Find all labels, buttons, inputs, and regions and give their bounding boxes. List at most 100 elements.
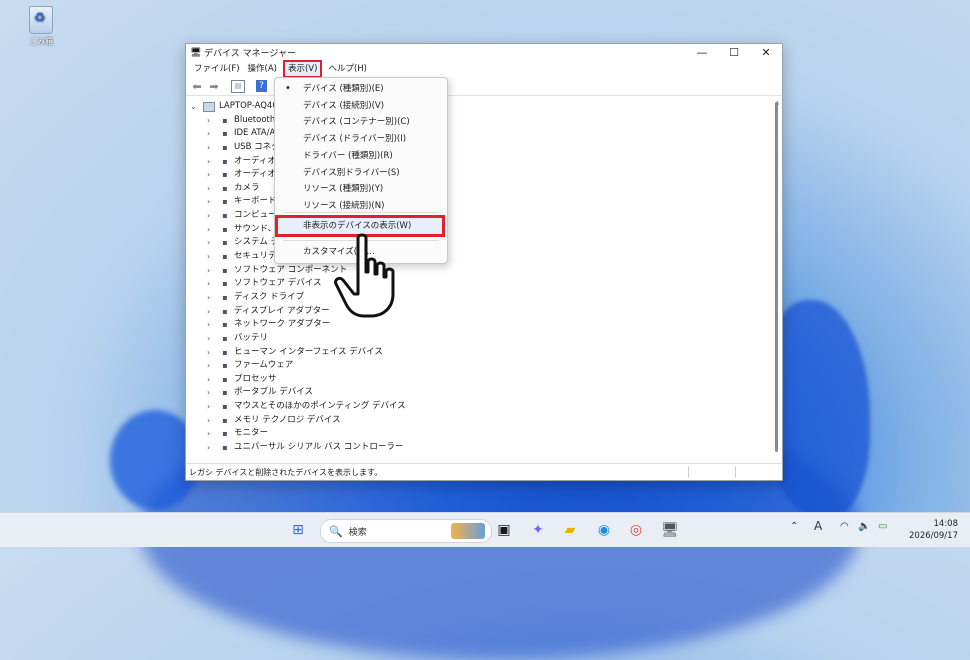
tree-node[interactable]: › ▪ プロセッサ [186,373,772,387]
view-menu-item[interactable]: リソース (種類別)(Y) [275,181,447,197]
device-category-icon: ▪ [222,292,228,302]
tree-node-label: ディスプレイ アダプター [234,305,330,316]
tray-chevron-icon[interactable]: ⌃ [790,521,798,532]
ime-indicator[interactable]: A [814,519,822,533]
menu-view[interactable]: 表示(V) [282,60,323,78]
recycle-bin[interactable]: ごみ箱 [24,6,58,47]
view-menu-item[interactable]: デバイス (ドライバー別)(I) [275,131,447,147]
root-label: LAPTOP-AQ40 [219,101,278,111]
tree-node-label: ヒューマン インターフェイス デバイス [234,346,383,357]
menu-item-label: デバイス別ドライバー(S) [303,167,400,178]
device-manager-taskbar-icon[interactable]: 🖥 [660,520,680,540]
maximize-button[interactable]: ☐ [718,46,750,59]
view-menu-item[interactable]: デバイス別ドライバー(S) [275,165,447,181]
checked-bullet-icon: • [285,83,291,94]
tree-node[interactable]: › ▪ ファームウェア [186,359,772,373]
view-menu-item[interactable]: デバイス (コンテナー別)(C) [275,114,447,130]
tree-node[interactable]: › ▪ ヒューマン インターフェイス デバイス [186,346,772,360]
expand-icon[interactable]: › [207,114,217,128]
menu-item-label: デバイス (コンテナー別)(C) [303,117,410,128]
expand-icon[interactable]: › [207,414,217,428]
battery-icon[interactable]: ▭ [878,521,887,532]
tree-node[interactable]: › ▪ ソフトウェア デバイス [186,277,772,291]
tree-node[interactable]: › ▪ メモリ テクノロジ デバイス [186,414,772,428]
expand-icon[interactable]: › [207,400,217,414]
tree-node[interactable]: › ▪ ディスプレイ アダプター [186,305,772,319]
edge-icon[interactable]: ◉ [594,520,614,540]
device-category-icon: ▪ [222,183,228,193]
close-button[interactable]: ✕ [750,46,782,59]
expand-icon[interactable]: › [207,441,217,455]
start-icon[interactable]: ⊞ [288,520,308,540]
view-menu-item[interactable]: ドライバー (種類別)(R) [275,148,447,164]
status-divider [688,466,689,478]
tree-node-label: ディスク ドライブ [234,291,305,302]
expand-icon[interactable]: › [207,346,217,360]
expand-icon[interactable]: › [207,182,217,196]
title-bar[interactable]: 🖥 デバイス マネージャー — ☐ ✕ [186,44,782,61]
clock[interactable]: 14:08 2026/09/17 [909,518,958,542]
device-category-icon: ▪ [222,197,228,207]
task-view-icon[interactable]: ▣ [494,520,514,540]
clock-time: 14:08 [933,519,959,529]
expand-icon[interactable]: › [207,223,217,237]
tree-node-label: IDE ATA/A [234,128,276,139]
tree-node[interactable]: › ▪ バッテリ [186,332,772,346]
menu-item-label: ドライバー (種類別)(R) [303,150,393,161]
expand-icon[interactable]: › [207,236,217,250]
tree-node[interactable]: › ▪ モニター [186,427,772,441]
search-icon: 🔍 [329,524,343,538]
expand-icon[interactable]: › [207,141,217,155]
tree-node[interactable]: › ▪ マウスとそのほかのポインティング デバイス [186,400,772,414]
minimize-button[interactable]: — [686,46,718,59]
expand-icon[interactable]: › [207,305,217,319]
collapse-icon[interactable]: ⌄ [190,100,200,114]
device-category-icon: ▪ [222,142,228,152]
expand-icon[interactable]: › [207,318,217,332]
menu-item-label: デバイス (ドライバー別)(I) [303,134,407,145]
properties-icon[interactable]: ▤ [231,79,245,93]
view-menu-item[interactable]: デバイス (接続別)(V) [275,98,447,114]
expand-icon[interactable]: › [207,359,217,373]
expand-icon[interactable]: › [207,168,217,182]
menu-action[interactable]: 操作(A) [244,62,281,76]
tree-node[interactable]: › ▪ ディスク ドライブ [186,291,772,305]
volume-icon[interactable]: 🔈 [858,521,870,532]
tree-node[interactable]: › ▪ ポータブル デバイス [186,386,772,400]
vertical-scrollbar[interactable] [775,102,778,452]
expand-icon[interactable]: › [207,264,217,278]
tree-node[interactable]: › ▪ ネットワーク アダプター [186,318,772,332]
tree-node[interactable]: › ▪ ユニバーサル シリアル バス コントローラー [186,441,772,455]
expand-icon[interactable]: › [207,332,217,346]
expand-icon[interactable]: › [207,209,217,223]
device-category-icon: ▪ [222,238,228,248]
expand-icon[interactable]: › [207,427,217,441]
device-category-icon: ▪ [222,252,228,262]
file-explorer-icon[interactable]: ▰ [560,520,580,540]
expand-icon[interactable]: › [207,155,217,169]
expand-icon[interactable]: › [207,291,217,305]
menu-help[interactable]: ヘルプ(H) [324,62,371,76]
expand-icon[interactable]: › [207,250,217,264]
back-icon[interactable]: ⬅ [189,79,205,93]
help-icon[interactable]: ? [256,80,267,92]
expand-icon[interactable]: › [207,386,217,400]
device-category-icon: ▪ [222,388,228,398]
device-category-icon: ▪ [222,211,228,221]
expand-icon[interactable]: › [207,127,217,141]
menu-item-label: リソース (種類別)(Y) [303,184,384,195]
tree-node-label: USB コネク [234,141,280,152]
taskbar-search[interactable]: 🔍 検索 [320,519,492,543]
expand-icon[interactable]: › [207,373,217,387]
expand-icon[interactable]: › [207,277,217,291]
chrome-icon[interactable]: ◎ [626,520,646,540]
status-divider [735,466,736,478]
copilot-icon[interactable]: ✦ [528,520,548,540]
expand-icon[interactable]: › [207,195,217,209]
wifi-icon[interactable]: ◠ [840,521,849,532]
menu-file[interactable]: ファイル(F) [190,62,244,76]
tree-node-label: メモリ テクノロジ デバイス [234,414,341,425]
forward-icon[interactable]: ➡ [206,79,222,93]
tree-node[interactable]: › ▪ ソフトウェア コンポーネント [186,264,772,278]
view-menu-item[interactable]: • デバイス (種類別)(E) [275,81,447,97]
